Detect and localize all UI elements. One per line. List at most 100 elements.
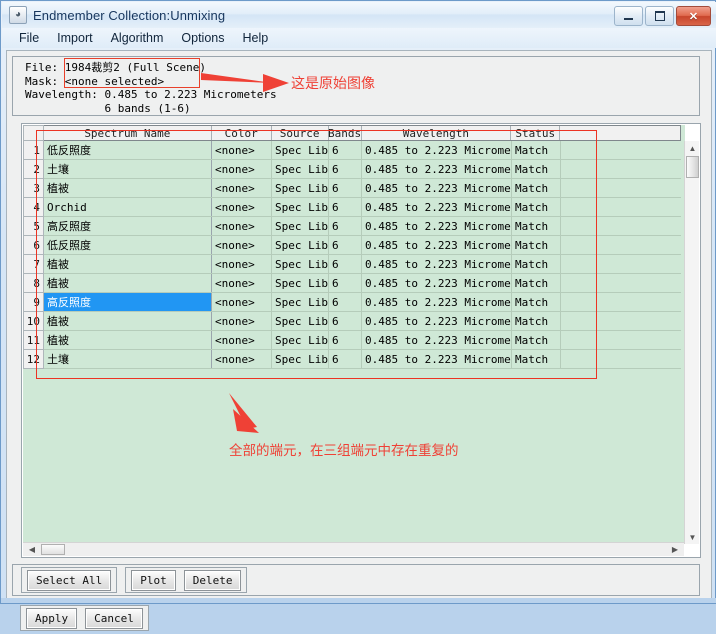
horizontal-scroll-thumb[interactable] (41, 544, 65, 555)
cancel-button[interactable]: Cancel (85, 607, 143, 629)
cell-bands[interactable]: 6 (329, 274, 362, 292)
cell-source[interactable]: Spec Lib (272, 217, 329, 235)
menu-item-options[interactable]: Options (172, 29, 233, 47)
cell-name[interactable]: 植被 (44, 331, 212, 349)
cell-color[interactable]: <none> (212, 217, 272, 235)
table-row[interactable]: 植被<none>Spec Lib60.485 to 2.223 Micromet… (44, 179, 681, 198)
column-header-wavelength[interactable]: Wavelength (362, 126, 512, 140)
cell-wavelength[interactable]: 0.485 to 2.223 Micrometer (362, 217, 512, 235)
cell-color[interactable]: <none> (212, 255, 272, 273)
cell-color[interactable]: <none> (212, 198, 272, 216)
cell-source[interactable]: Spec Lib (272, 255, 329, 273)
cell-color[interactable]: <none> (212, 293, 272, 311)
cell-wavelength[interactable]: 0.485 to 2.223 Micrometer (362, 255, 512, 273)
cell-wavelength[interactable]: 0.485 to 2.223 Micrometer (362, 293, 512, 311)
table-row[interactable]: 低反照度 <none> Spec Lib 6 0.485 to 2.223 Microm… (44, 141, 681, 160)
row-number[interactable]: 11 (23, 331, 44, 350)
scroll-left-icon[interactable]: ◀ (25, 543, 39, 556)
cell-color[interactable]: <none> (212, 160, 272, 178)
cell-bands[interactable]: 6 (329, 141, 362, 159)
maximize-button[interactable] (645, 6, 674, 26)
row-number[interactable]: 5 (23, 217, 44, 236)
table-row[interactable]: Orchid <none> Spec Lib 6 0.485 to 2.223 Micr… (44, 198, 681, 217)
cell-bands[interactable]: 6 (329, 350, 362, 368)
cell-source[interactable]: Spec Lib (272, 293, 329, 311)
delete-button[interactable]: Delete (183, 569, 242, 591)
scroll-down-icon[interactable]: ▼ (685, 530, 700, 544)
vertical-scrollbar[interactable]: ▲ ▼ (684, 141, 699, 544)
table-row[interactable]: 植被<none>Spec Lib60.485 to 2.223 Micromet… (44, 274, 681, 293)
cell-name[interactable]: 低反照度 (44, 141, 212, 159)
cell-bands[interactable]: 6 (329, 331, 362, 349)
scroll-up-icon[interactable]: ▲ (685, 141, 700, 155)
cell-color[interactable]: <none> (212, 312, 272, 330)
table-row[interactable]: 土壤<none>Spec Lib60.485 to 2.223 Micromet… (44, 160, 681, 179)
cell-color[interactable]: <none> (212, 141, 272, 159)
cell-name[interactable]: 低反照度 (44, 236, 212, 254)
cell-bands[interactable]: 6 (329, 255, 362, 273)
scroll-right-icon[interactable]: ▶ (668, 543, 682, 556)
cell-wavelength[interactable]: 0.485 to 2.223 Micrometer (362, 236, 512, 254)
cell-bands[interactable]: 6 (329, 236, 362, 254)
row-number[interactable]: 6 (23, 236, 44, 255)
cell-name[interactable]: 高反照度 (44, 217, 212, 235)
apply-button[interactable]: Apply (26, 607, 78, 629)
table-row[interactable]: 低反照度 <none> Spec Lib 6 0.485 to 2.223 Microm… (44, 236, 681, 255)
row-number[interactable]: 3 (23, 179, 44, 198)
cell-name[interactable]: 植被 (44, 312, 212, 330)
horizontal-scrollbar[interactable]: ◀ ▶ (23, 542, 684, 556)
row-number[interactable]: 2 (23, 160, 44, 179)
cell-wavelength[interactable]: 0.485 to 2.223 Micrometer (362, 179, 512, 197)
row-number[interactable]: 10 (23, 312, 44, 331)
cell-name[interactable]: 植被 (44, 274, 212, 292)
cell-wavelength[interactable]: 0.485 to 2.223 Micrometer (362, 331, 512, 349)
cell-bands[interactable]: 6 (329, 160, 362, 178)
row-number[interactable]: 9 (23, 293, 44, 312)
close-button[interactable]: ✕ (676, 6, 711, 26)
row-number[interactable]: 8 (23, 274, 44, 293)
cell-source[interactable]: Spec Lib (272, 236, 329, 254)
vertical-scroll-thumb[interactable] (686, 156, 699, 178)
cell-name[interactable]: 植被 (44, 255, 212, 273)
cell-status[interactable]: Match (512, 198, 561, 216)
column-header-bands[interactable]: Bands (328, 126, 362, 140)
menu-item-file[interactable]: File (10, 29, 48, 47)
cell-name[interactable]: 土壤 (44, 350, 212, 368)
cell-status[interactable]: Match (512, 312, 561, 330)
table-row[interactable]: 植被<none>Spec Lib60.485 to 2.223 Micromet… (44, 331, 681, 350)
cell-status[interactable]: Match (512, 160, 561, 178)
cell-source[interactable]: Spec Lib (272, 198, 329, 216)
menu-item-algorithm[interactable]: Algorithm (102, 29, 173, 47)
cell-wavelength[interactable]: 0.485 to 2.223 Micrometer (362, 274, 512, 292)
table-row[interactable]: 高反照度 <none> Spec Lib 6 0.485 to 2.223 Microm… (44, 217, 681, 236)
cell-wavelength[interactable]: 0.485 to 2.223 Micrometer (362, 160, 512, 178)
menu-item-help[interactable]: Help (233, 29, 277, 47)
cell-name[interactable]: 土壤 (44, 160, 212, 178)
cell-bands[interactable]: 6 (329, 217, 362, 235)
cell-source[interactable]: Spec Lib (272, 331, 329, 349)
cell-wavelength[interactable]: 0.485 to 2.223 Micrometer (362, 350, 512, 368)
cell-status[interactable]: Match (512, 217, 561, 235)
cell-source[interactable]: Spec Lib (272, 141, 329, 159)
column-header-color[interactable]: Color (212, 126, 272, 140)
cell-wavelength[interactable]: 0.485 to 2.223 Micrometer (362, 198, 512, 216)
cell-color[interactable]: <none> (212, 331, 272, 349)
cell-wavelength[interactable]: 0.485 to 2.223 Micrometer (362, 312, 512, 330)
cell-source[interactable]: Spec Lib (272, 274, 329, 292)
table-row[interactable]: 植被<none>Spec Lib60.485 to 2.223 Micromet… (44, 312, 681, 331)
cell-color[interactable]: <none> (212, 350, 272, 368)
column-header-spectrum-name[interactable]: Spectrum Name (44, 126, 212, 140)
cell-status[interactable]: Match (512, 350, 561, 368)
cell-status[interactable]: Match (512, 236, 561, 254)
cell-source[interactable]: Spec Lib (272, 312, 329, 330)
cell-name[interactable]: 植被 (44, 179, 212, 197)
cell-status[interactable]: Match (512, 274, 561, 292)
cell-color[interactable]: <none> (212, 236, 272, 254)
cell-bands[interactable]: 6 (329, 312, 362, 330)
cell-name[interactable]: Orchid (44, 198, 212, 216)
cell-bands[interactable]: 6 (329, 293, 362, 311)
cell-status[interactable]: Match (512, 179, 561, 197)
column-header-status[interactable]: Status (511, 126, 561, 140)
cell-status[interactable]: Match (512, 293, 561, 311)
cell-bands[interactable]: 6 (329, 179, 362, 197)
